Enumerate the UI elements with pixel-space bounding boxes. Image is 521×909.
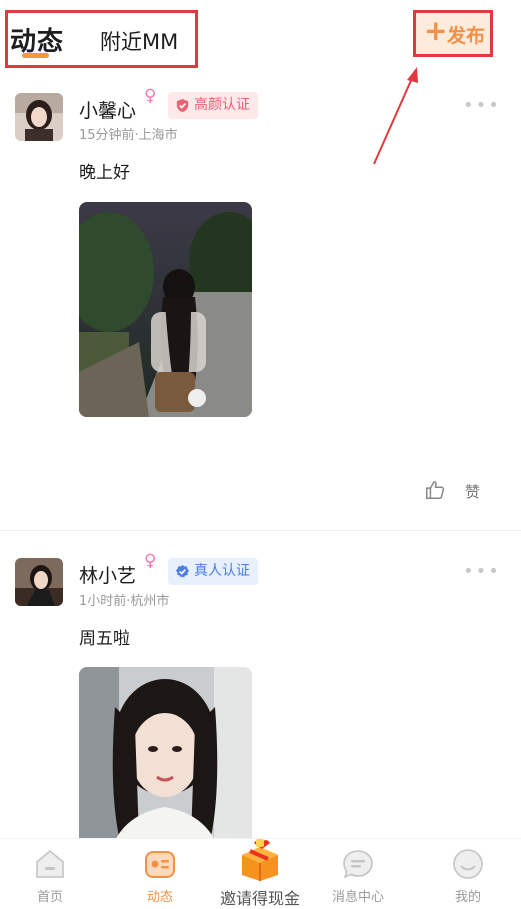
post-text: 周五啦	[79, 629, 130, 649]
thumbs-up-icon[interactable]	[424, 479, 446, 501]
profile-icon	[453, 849, 483, 879]
user-name[interactable]: 林小艺	[79, 561, 136, 588]
bottom-nav: 首页 动态 邀请得现金 消息中心 我的	[0, 838, 521, 908]
post-image[interactable]	[79, 202, 252, 417]
post-text: 晚上好	[79, 163, 130, 183]
nav-messages-label: 消息中心	[331, 890, 384, 905]
more-options-icon[interactable]: •••	[463, 561, 501, 582]
post-divider	[0, 530, 521, 531]
nav-invite[interactable]: 邀请得现金	[210, 839, 310, 908]
gift-box-icon	[242, 839, 278, 881]
message-icon	[343, 850, 373, 879]
nav-mine-label: 我的	[454, 890, 481, 905]
like-label[interactable]: 赞	[465, 481, 480, 502]
avatar[interactable]	[15, 93, 63, 141]
verified-badge: 真人认证	[168, 558, 258, 585]
verified-check-icon	[175, 564, 190, 578]
nav-invite-label: 邀请得现金	[219, 889, 300, 908]
post-image[interactable]	[79, 667, 252, 857]
avatar[interactable]	[15, 558, 63, 606]
badge-label: 高颜认证	[194, 97, 250, 113]
more-options-icon[interactable]: •••	[463, 95, 501, 116]
female-icon: ♀	[144, 551, 157, 571]
verified-badge: 高颜认证	[168, 92, 258, 119]
badge-label: 真人认证	[194, 563, 250, 579]
nav-home[interactable]: 首页	[0, 839, 100, 907]
home-icon	[36, 849, 64, 878]
nav-feed-label: 动态	[146, 890, 173, 905]
nav-mine[interactable]: 我的	[418, 839, 518, 907]
female-icon: ♀	[144, 86, 157, 106]
shield-check-icon	[176, 98, 189, 113]
feed-icon	[145, 851, 175, 878]
post-meta: 15分钟前·上海市	[79, 128, 178, 143]
nav-feed[interactable]: 动态	[110, 839, 210, 907]
nav-messages[interactable]: 消息中心	[308, 839, 408, 907]
nav-home-label: 首页	[36, 890, 63, 905]
user-name[interactable]: 小馨心	[79, 96, 136, 123]
post-meta: 1小时前·杭州市	[79, 594, 170, 609]
